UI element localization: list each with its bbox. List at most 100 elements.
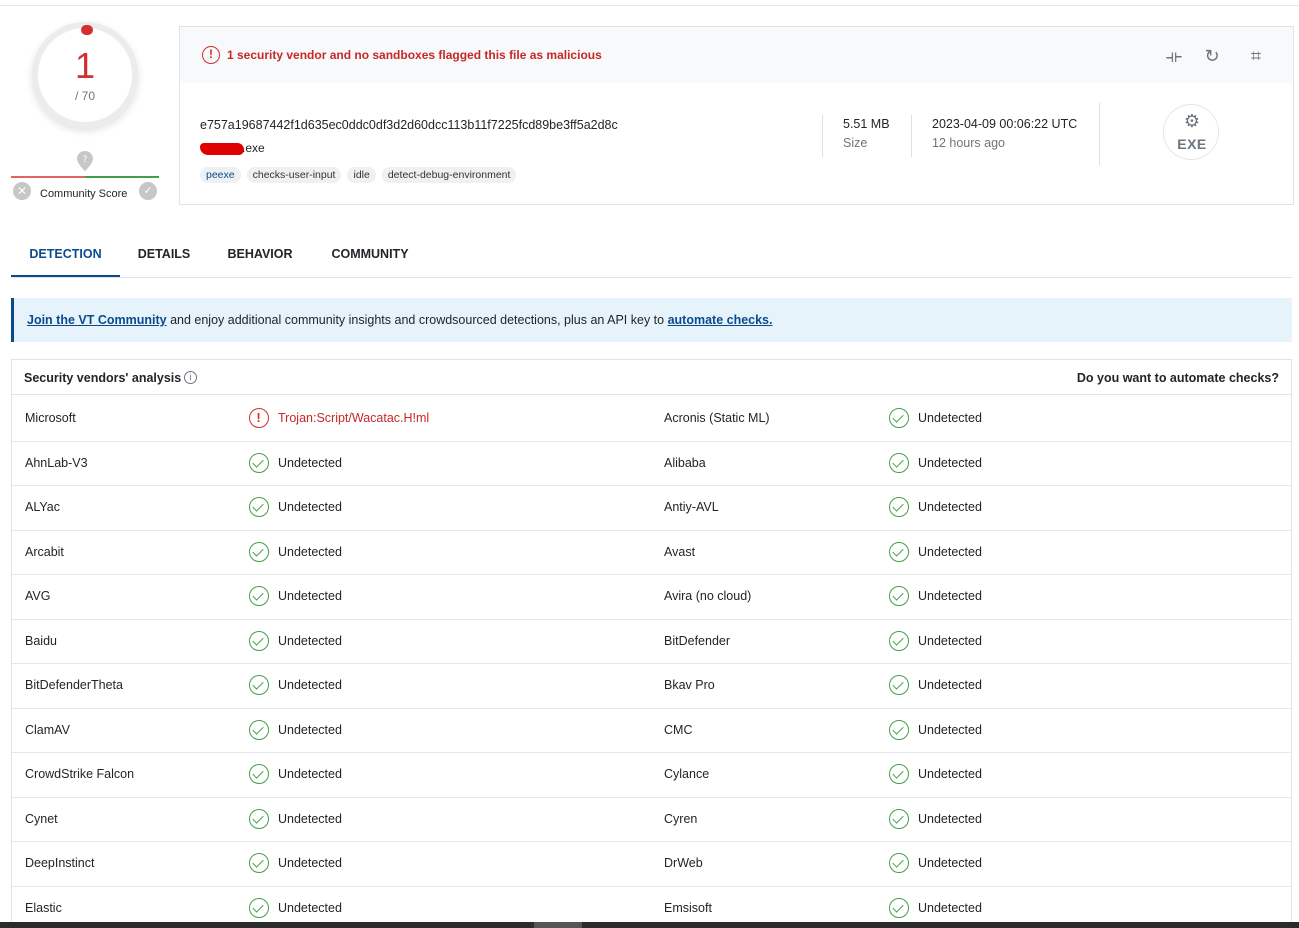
tag[interactable]: checks-user-input: [246, 167, 342, 183]
tag[interactable]: detect-debug-environment: [381, 167, 517, 183]
detection-result: Undetected: [918, 500, 982, 514]
gauge-indicator-dot: [81, 25, 93, 35]
tab-detection[interactable]: DETECTION: [11, 238, 120, 277]
alert-circle-icon: !: [202, 46, 220, 64]
vote-harmless-icon[interactable]: ✓: [139, 182, 157, 200]
top-border: [0, 0, 1299, 6]
banner-middle-text: and enjoy additional community insights …: [166, 313, 668, 327]
tag[interactable]: peexe: [200, 167, 241, 183]
vendor-name: Acronis (Static ML): [664, 411, 770, 425]
vendor-name: Emsisoft: [664, 900, 712, 915]
detection-result: Undetected: [918, 856, 982, 870]
detection-result: Undetected: [278, 811, 342, 826]
taskbar: [0, 922, 1299, 928]
check-circle-icon: [889, 452, 909, 473]
vendor-name: Arcabit: [25, 544, 64, 559]
detection-result: Undetected: [918, 589, 982, 603]
detection-result: Trojan:Script/Wacatac.H!ml: [278, 411, 430, 425]
vendor-name: ClamAV: [25, 722, 70, 737]
tag[interactable]: idle: [347, 167, 376, 183]
detection-result: Undetected: [918, 767, 982, 781]
graph-icon[interactable]: ⌗: [1245, 45, 1267, 67]
scan-date-relative: 12 hours ago: [932, 136, 1005, 150]
detection-result: Undetected: [278, 767, 342, 781]
table-row: AhnLab-V3 Undetected Alibaba Undetected: [12, 442, 1291, 486]
automate-checks-prompt[interactable]: Do you want to automate checks?: [1077, 371, 1279, 385]
community-banner: Join the VT Community and enjoy addition…: [11, 298, 1292, 342]
table-row: Microsoft Trojan:Script/Wacatac.H!ml Acron…: [12, 397, 1291, 442]
vendor-name: Microsoft: [25, 411, 76, 425]
vendor-name: Cyren: [664, 811, 698, 826]
compare-icon[interactable]: ⟛: [1163, 45, 1185, 67]
detection-result: Undetected: [918, 811, 982, 826]
reanalyze-icon[interactable]: ↻: [1201, 45, 1223, 67]
detection-result: Undetected: [278, 589, 342, 603]
detection-result: Undetected: [918, 722, 982, 737]
engine-total: / 70: [74, 89, 95, 103]
vendor-name: AhnLab-V3: [25, 455, 88, 470]
check-circle-icon: [889, 675, 909, 695]
tab-details[interactable]: DETAILS: [129, 238, 199, 277]
alert-circle-icon: [249, 408, 269, 428]
vendor-name: ALYac: [25, 500, 60, 514]
svg-text:?: ?: [83, 155, 88, 165]
table-row: DeepInstinct Undetected DrWeb Undetected: [12, 842, 1291, 887]
table-row: ClamAV Undetected CMC Undetected: [12, 709, 1291, 753]
vendor-name: CrowdStrike Falcon: [25, 767, 135, 781]
detection-result: Undetected: [918, 900, 982, 915]
detection-result: Undetected: [918, 544, 982, 559]
detection-result: Undetected: [278, 900, 342, 915]
detection-result: Undetected: [278, 678, 342, 692]
check-circle-icon: [889, 497, 909, 517]
check-circle-icon: [889, 853, 909, 873]
divider: [822, 115, 823, 157]
table-row: ALYac Undetected Antiy-AVL Undetected: [12, 486, 1291, 531]
detection-result: Undetected: [278, 856, 342, 870]
automate-checks-link[interactable]: automate checks.: [668, 313, 773, 327]
check-circle-icon: [249, 452, 269, 473]
vendor-name: DrWeb: [664, 856, 703, 870]
check-circle-icon: [249, 675, 269, 695]
tab-behavior[interactable]: BEHAVIOR: [219, 238, 301, 277]
check-circle-icon: [249, 630, 269, 651]
vendor-name: Elastic: [25, 900, 62, 915]
vendor-name: Antiy-AVL: [664, 500, 719, 514]
vendor-analysis-section: Security vendors' analysis i Do you want…: [11, 359, 1292, 928]
vendor-name: Cynet: [25, 811, 58, 826]
vendor-name: BitDefenderTheta: [25, 678, 123, 692]
info-icon[interactable]: i: [184, 371, 197, 384]
join-community-link[interactable]: Join the VT Community: [27, 313, 167, 327]
check-circle-icon: [249, 541, 269, 562]
file-size-label: Size: [843, 136, 868, 150]
section-title: Security vendors' analysis: [24, 371, 182, 385]
detection-result: Undetected: [278, 633, 342, 648]
file-hash[interactable]: e757a19687442f1d635ec0ddc0df3d2d60dcc113…: [200, 118, 618, 132]
vendor-name: Avast: [664, 544, 696, 559]
vote-malicious-icon[interactable]: ✕: [13, 182, 31, 200]
detection-score-gauge: 1 / 70: [38, 28, 132, 122]
check-circle-icon: [249, 497, 269, 517]
detection-result: Undetected: [918, 678, 982, 692]
file-tags: peexe checks-user-input idle detect-debu…: [200, 167, 517, 183]
check-circle-icon: [249, 897, 269, 918]
scan-date-value: 2023-04-09 00:06:22 UTC: [932, 117, 1078, 131]
file-type-badge: ⚙ EXE: [1163, 104, 1219, 160]
section-header: Security vendors' analysis i Do you want…: [12, 360, 1291, 395]
vendor-name: DeepInstinct: [25, 856, 95, 870]
table-row: Cynet Undetected Cyren Undetected: [12, 798, 1291, 842]
table-row: Arcabit Undetected Avast Undetected: [12, 531, 1291, 575]
vendor-name: Baidu: [25, 633, 57, 648]
vendor-name: Bkav Pro: [664, 678, 715, 692]
divider: [1099, 103, 1100, 165]
file-type-text: EXE: [1177, 136, 1207, 152]
gear-icon: ⚙: [1183, 111, 1201, 131]
banner-text: Join the VT Community and enjoy addition…: [27, 313, 773, 327]
tab-community[interactable]: COMMUNITY: [321, 238, 419, 277]
table-row: AVG Undetected Avira (no cloud) Undetected: [12, 575, 1291, 620]
check-circle-icon: [889, 630, 909, 651]
check-circle-icon: [889, 586, 909, 606]
detection-result: Undetected: [918, 411, 982, 425]
community-score-label: Community Score: [40, 188, 128, 200]
table-row: CrowdStrike Falcon Undetected Cylance Undet…: [12, 753, 1291, 798]
check-circle-icon: [249, 764, 269, 784]
